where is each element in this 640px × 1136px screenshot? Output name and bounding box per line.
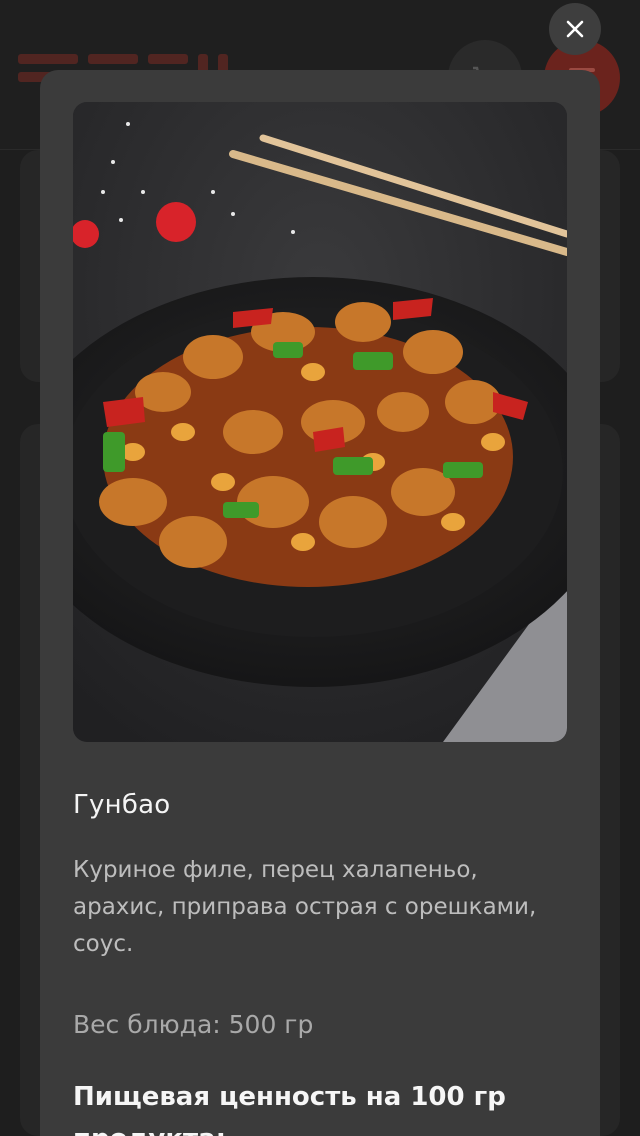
dish-title: Гунбао: [73, 790, 171, 820]
close-icon: [566, 20, 584, 38]
dish-description: Куриное филе, перец халапеньо, арахис, п…: [73, 857, 537, 957]
product-modal: Гунбао Куриное филе, перец халапеньо, ар…: [40, 70, 600, 1136]
close-button[interactable]: [549, 3, 601, 55]
nutrition-heading: Пищевая ценность на 100 гр продукта:: [73, 1082, 506, 1136]
dish-photo: [73, 102, 567, 742]
dish-weight: Вес блюда: 500 гр: [73, 1010, 314, 1039]
